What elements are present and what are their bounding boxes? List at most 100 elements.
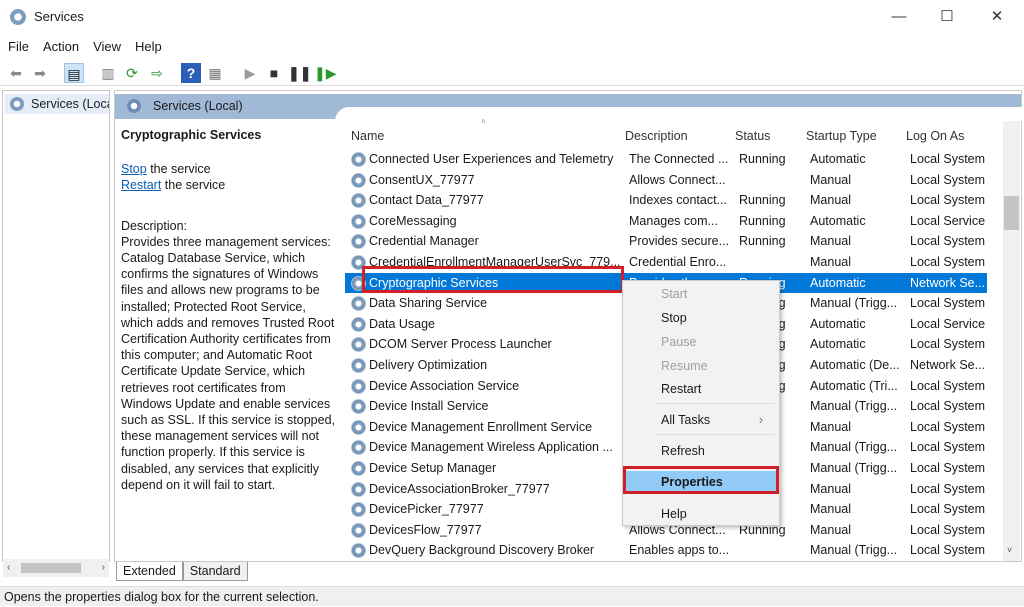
cell-log-on-as: Local System: [910, 461, 986, 475]
cell-log-on-as: Local System: [910, 502, 986, 517]
service-gear-icon: [351, 502, 366, 518]
cell-startup-type: Manual (Trigg...: [810, 543, 898, 558]
status-bar: Opens the properties dialog box for the …: [0, 586, 1024, 606]
stop-service-link[interactable]: Stop: [121, 162, 147, 176]
properties-icon[interactable]: ▥: [98, 63, 118, 83]
menu-item-restart[interactable]: Restart: [625, 378, 777, 400]
service-row[interactable]: Credential Manager Provides secure... Runn…: [345, 231, 987, 252]
scroll-down-icon[interactable]: ˅: [1007, 545, 1012, 555]
menu-item-pause[interactable]: Pause: [625, 331, 777, 353]
view-icon[interactable]: ▦: [205, 63, 225, 83]
refresh-icon[interactable]: ⟳: [122, 63, 142, 83]
stop-icon[interactable]: ■: [264, 63, 284, 83]
minimize-button[interactable]: —: [876, 4, 922, 30]
cell-startup-type: Automatic (Tri...: [810, 378, 898, 393]
cell-startup-type: Manual (Trigg...: [810, 399, 898, 414]
cell-log-on-as: Local System: [910, 172, 986, 187]
cell-startup-type: Automatic (De...: [810, 358, 900, 372]
cell-name: DCOM Server Process Launcher: [369, 337, 552, 352]
cell-name: Connected User Experiences and Telemetry: [369, 152, 614, 166]
menu-help[interactable]: Help: [129, 36, 168, 57]
cell-log-on-as: Network Se...: [910, 358, 986, 372]
help-icon[interactable]: ?: [181, 63, 201, 83]
title-bar: Services — ☐ ✕: [0, 0, 1024, 34]
cell-status: Running: [739, 234, 786, 249]
cell-log-on-as: Local System: [910, 419, 986, 434]
service-row[interactable]: CoreMessaging Manages com... Running Automa…: [345, 211, 987, 232]
service-row[interactable]: DevQuery Background Discovery Broker Enab…: [345, 540, 987, 559]
menu-bar: File Action View Help: [0, 36, 1024, 58]
cell-name: ConsentUX_77977: [369, 172, 475, 187]
selected-service-name: Cryptographic Services: [121, 128, 262, 142]
pause-icon[interactable]: ❚❚: [288, 63, 311, 83]
tab-standard[interactable]: Standard: [182, 562, 248, 581]
menu-item-label: Stop: [661, 311, 687, 325]
cell-startup-type: Manual (Trigg...: [810, 296, 898, 311]
cell-description: Enables apps to...: [629, 543, 730, 558]
cell-name: Device Setup Manager: [369, 461, 497, 475]
menu-item-all-tasks[interactable]: All Tasks ›: [625, 409, 777, 431]
cell-startup-type: Automatic: [810, 316, 866, 331]
menu-action[interactable]: Action: [37, 36, 85, 57]
cell-name: Data Usage: [369, 316, 436, 331]
menu-item-label: Start: [661, 287, 688, 301]
close-button[interactable]: ✕: [974, 4, 1020, 30]
menu-file[interactable]: File: [2, 36, 35, 57]
service-row[interactable]: Contact Data_77977 Indexes contact... Runn…: [345, 190, 987, 211]
service-gear-icon: [351, 193, 366, 209]
maximize-button[interactable]: ☐: [924, 4, 970, 30]
description-label: Description:: [121, 218, 187, 233]
cell-startup-type: Automatic: [810, 213, 866, 228]
tree-hscrollbar[interactable]: ‹ ›: [3, 559, 109, 577]
cell-startup-type: Automatic: [810, 152, 866, 166]
cell-startup-type: Automatic: [810, 337, 866, 352]
menu-item-refresh[interactable]: Refresh: [625, 440, 777, 462]
start-icon[interactable]: ▶: [240, 63, 260, 83]
menu-item-label: Pause: [661, 335, 697, 349]
tab-extended[interactable]: Extended: [116, 562, 183, 581]
cell-name: DevicePicker_77977: [369, 502, 484, 517]
services-panel: Services (Local) Cryptographic Services …: [114, 90, 1024, 562]
forward-icon[interactable]: ➡: [30, 63, 50, 83]
menu-item-stop[interactable]: Stop: [625, 307, 777, 329]
export-icon[interactable]: ⇨: [147, 63, 167, 83]
column-status[interactable]: Status: [735, 125, 770, 147]
column-description[interactable]: Description: [625, 125, 688, 147]
tree-item-services-local[interactable]: Services (Local: [5, 94, 109, 114]
restart-icon[interactable]: ❚▶: [314, 63, 337, 83]
service-row[interactable]: ConsentUX_77977 Allows Connect... Manual Lo…: [345, 170, 987, 191]
console-tree: Services (Local ‹ ›: [2, 90, 110, 577]
cell-name: Device Install Service: [369, 399, 489, 414]
menu-separator: [655, 403, 775, 404]
column-name[interactable]: Name: [351, 125, 384, 147]
console-tree-icon[interactable]: ▤: [64, 63, 84, 83]
column-startup-type[interactable]: Startup Type: [806, 125, 877, 147]
cell-status: Running: [739, 213, 786, 228]
properties-highlight-box: [623, 466, 779, 494]
cell-startup-type: Manual: [810, 502, 851, 517]
cell-log-on-as: Local System: [910, 152, 986, 166]
description-text: Provides three management services: Cata…: [121, 234, 335, 492]
menu-item-start[interactable]: Start: [625, 283, 777, 305]
restart-service-link[interactable]: Restart: [121, 178, 161, 192]
cell-startup-type: Manual (Trigg...: [810, 440, 898, 455]
cell-log-on-as: Local Service: [910, 316, 986, 331]
service-gear-icon: [351, 152, 366, 167]
service-gear-icon: [351, 234, 366, 250]
cell-startup-type: Manual: [810, 172, 851, 187]
sort-arrow-icon: ˄: [481, 119, 486, 126]
services-app-icon: [10, 9, 26, 25]
menu-item-resume[interactable]: Resume: [625, 355, 777, 377]
cell-log-on-as: Local System: [910, 234, 986, 249]
column-log-on-as[interactable]: Log On As: [906, 125, 964, 147]
menu-view[interactable]: View: [87, 36, 127, 57]
service-gear-icon: [351, 296, 366, 312]
scroll-thumb[interactable]: [1004, 196, 1019, 230]
list-vscrollbar[interactable]: ˅: [1003, 121, 1020, 561]
cell-name: DevQuery Background Discovery Broker: [369, 543, 595, 558]
service-row[interactable]: Connected User Experiences and Telemetry…: [345, 149, 987, 170]
service-gear-icon: [351, 461, 366, 476]
cell-description: Provides secure...: [629, 234, 730, 249]
back-icon[interactable]: ⬅: [6, 63, 26, 83]
menu-item-help[interactable]: Help: [625, 503, 777, 525]
